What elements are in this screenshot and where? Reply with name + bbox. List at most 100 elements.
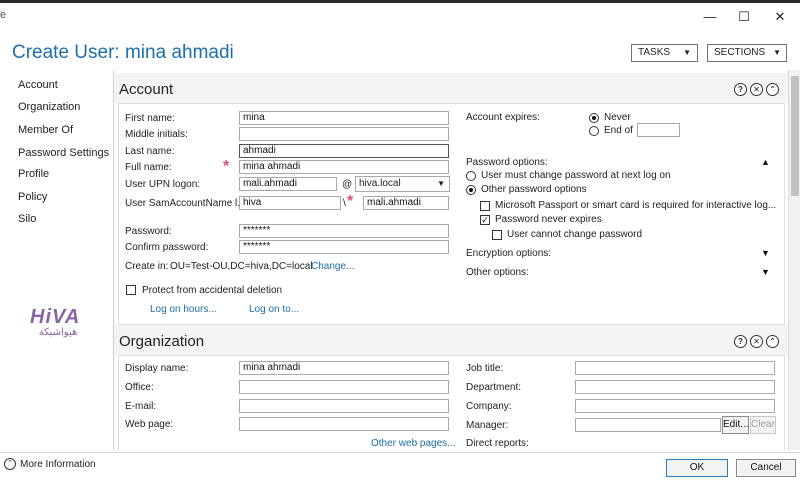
passport-required-checkbox[interactable] xyxy=(480,201,490,211)
sam-separator: \ xyxy=(343,198,346,209)
middle-initials-input[interactable] xyxy=(239,127,449,141)
company-label: Company: xyxy=(466,401,512,412)
display-name-input[interactable]: mina ahmadi xyxy=(239,361,449,375)
maximize-button[interactable]: ☐ xyxy=(726,7,762,27)
email-label: E-mail: xyxy=(125,401,157,412)
chevron-down-icon: ▼ xyxy=(683,48,691,57)
scrollbar-thumb[interactable] xyxy=(791,76,799,196)
logon-hours-link[interactable]: Log on hours... xyxy=(150,304,217,315)
web-page-input[interactable] xyxy=(239,417,449,431)
nav-item-organization[interactable]: Organization xyxy=(18,101,80,113)
main-content[interactable]: Account ? ✕ ⌃ First name: mina Middle in… xyxy=(113,70,788,450)
close-window-button[interactable]: ✕ xyxy=(762,7,798,27)
middle-initials-label: Middle initials: xyxy=(125,129,188,140)
office-label: Office: xyxy=(125,382,154,393)
help-icon[interactable]: ? xyxy=(734,83,747,96)
other-options-label: Other options: xyxy=(466,267,529,278)
sections-dropdown[interactable]: SECTIONS ▼ xyxy=(707,44,787,62)
office-input[interactable] xyxy=(239,380,449,394)
close-icon[interactable]: ✕ xyxy=(750,83,763,96)
nav-item-password-settings[interactable]: Password Settings xyxy=(18,147,109,159)
last-name-input[interactable]: ahmadi xyxy=(239,144,449,158)
full-name-label: Full name: xyxy=(125,162,172,173)
change-ou-link[interactable]: Change... xyxy=(311,261,354,272)
vertical-scrollbar[interactable] xyxy=(788,70,800,450)
first-name-input[interactable]: mina xyxy=(239,111,449,125)
help-icon[interactable]: ? xyxy=(734,335,747,348)
expires-never-radio[interactable] xyxy=(589,113,599,123)
upn-user-input[interactable]: mali.ahmadi xyxy=(239,177,337,191)
display-name-label: Display name: xyxy=(125,363,189,374)
sam-user-input[interactable]: mali.ahmadi xyxy=(363,196,449,210)
create-in-value: OU=Test-OU,DC=hiva,DC=local xyxy=(170,261,313,272)
collapse-icon[interactable]: ⌃ xyxy=(766,335,779,348)
protect-deletion-label: Protect from accidental deletion xyxy=(142,285,283,296)
create-in-label: Create in: xyxy=(125,261,169,272)
ok-button[interactable]: OK xyxy=(666,459,728,477)
password-input[interactable]: ******* xyxy=(239,224,449,238)
account-section-header: Account ? ✕ ⌃ xyxy=(114,73,788,103)
cannot-change-label: User cannot change password xyxy=(507,229,643,240)
dialog-footer: ⌃ More Information OK Cancel xyxy=(0,452,800,483)
page-title: Create User: mina ahmadi xyxy=(12,42,234,63)
email-input[interactable] xyxy=(239,399,449,413)
nav-item-member-of[interactable]: Member Of xyxy=(18,124,73,136)
passport-required-label: Microsoft Passport or smart card is requ… xyxy=(495,200,777,211)
account-section-body: First name: mina Middle initials: Last n… xyxy=(118,103,785,325)
required-asterisk-icon: * xyxy=(347,193,354,210)
logon-to-link[interactable]: Log on to... xyxy=(249,304,299,315)
nav-item-profile[interactable]: Profile xyxy=(18,168,49,180)
other-web-pages-link[interactable]: Other web pages... xyxy=(371,438,456,449)
manager-input[interactable] xyxy=(575,418,721,432)
minimize-button[interactable]: — xyxy=(692,7,728,27)
collapse-triangle-icon[interactable]: ▲ xyxy=(761,157,770,167)
chevron-up-icon: ⌃ xyxy=(4,458,16,470)
tasks-dropdown[interactable]: TASKS ▼ xyxy=(631,44,698,62)
account-expires-label: Account expires: xyxy=(466,112,540,123)
account-section-title: Account xyxy=(119,81,174,98)
protect-deletion-checkbox[interactable] xyxy=(126,285,136,295)
logo-wordmark: HiVA xyxy=(30,306,81,328)
expand-triangle-icon[interactable]: ▼ xyxy=(761,248,770,258)
close-icon[interactable]: ✕ xyxy=(750,335,763,348)
more-information-toggle[interactable]: ⌃ More Information xyxy=(4,458,96,470)
required-asterisk-icon: * xyxy=(223,158,230,175)
expand-triangle-icon[interactable]: ▼ xyxy=(761,267,770,277)
expires-end-of-radio[interactable] xyxy=(589,126,599,136)
other-password-options-label: Other password options xyxy=(481,184,587,195)
confirm-password-input[interactable]: ******* xyxy=(239,240,449,254)
expires-date-input[interactable] xyxy=(637,123,680,137)
tasks-label: TASKS xyxy=(638,47,671,58)
full-name-input[interactable]: mina ahmadi xyxy=(239,160,449,174)
other-password-options-radio[interactable] xyxy=(466,185,476,195)
chevron-down-icon: ▼ xyxy=(773,48,782,57)
direct-reports-label: Direct reports: xyxy=(466,438,529,449)
password-options-label: Password options: xyxy=(466,157,548,168)
upn-logon-label: User UPN logon: xyxy=(125,179,201,190)
clear-manager-button[interactable]: Clear xyxy=(750,416,776,434)
must-change-label: User must change password at next log on xyxy=(481,170,671,181)
job-title-input[interactable] xyxy=(575,361,775,375)
job-title-label: Job title: xyxy=(466,363,504,374)
password-label: Password: xyxy=(125,226,172,237)
watermark-logo: HiVA هیواشبکه xyxy=(30,306,86,346)
upn-domain-select[interactable]: hiva.local ▼ xyxy=(355,176,450,192)
chevron-down-icon: ▼ xyxy=(437,179,445,188)
manager-label: Manager: xyxy=(466,420,509,431)
collapse-icon[interactable]: ⌃ xyxy=(766,83,779,96)
edit-manager-button[interactable]: Edit... xyxy=(722,416,749,434)
cancel-button[interactable]: Cancel xyxy=(736,459,796,477)
never-expires-checkbox[interactable]: ✓ xyxy=(480,215,490,225)
company-input[interactable] xyxy=(575,399,775,413)
nav-item-policy[interactable]: Policy xyxy=(18,191,47,203)
sam-domain-input[interactable]: hiva xyxy=(239,196,341,210)
sections-label: SECTIONS xyxy=(714,47,766,58)
nav-item-silo[interactable]: Silo xyxy=(18,213,36,225)
upn-domain-value: hiva.local xyxy=(359,178,401,189)
cannot-change-checkbox[interactable] xyxy=(492,230,502,240)
department-input[interactable] xyxy=(575,380,775,394)
nav-item-account[interactable]: Account xyxy=(18,79,58,91)
titlebar-fragment-text: e xyxy=(0,9,7,21)
organization-section-header: Organization ? ✕ ⌃ xyxy=(114,325,788,355)
must-change-radio[interactable] xyxy=(466,171,476,181)
